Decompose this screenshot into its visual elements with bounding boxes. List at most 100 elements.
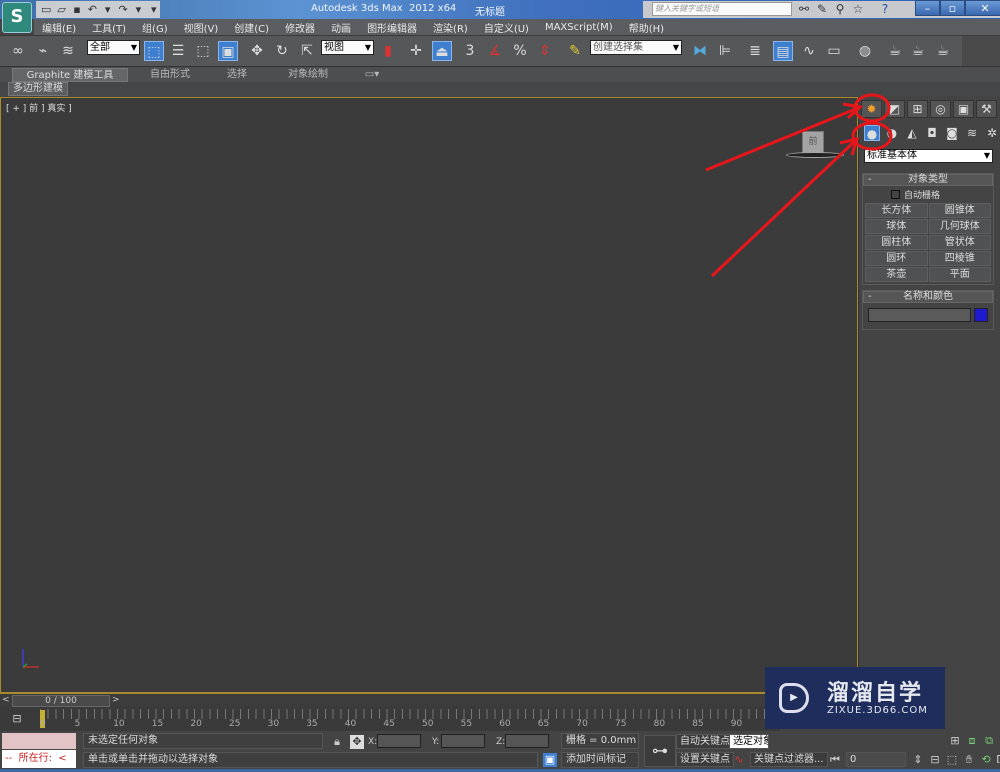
- bind-spacewarp-icon[interactable]: ≋: [58, 41, 78, 61]
- zoom-extents-all-icon[interactable]: ⊞: [948, 734, 962, 748]
- ribbon-panel-polygon-modeling[interactable]: 多边形建模: [8, 82, 68, 96]
- render-setup-icon[interactable]: ☕: [885, 41, 905, 61]
- unlink-icon[interactable]: ⌁: [33, 41, 53, 61]
- key-filters-button[interactable]: 关键点过滤器...: [750, 752, 828, 767]
- geosphere-button[interactable]: 几何球体: [928, 219, 991, 234]
- rectangle-selection-icon[interactable]: ⬚: [193, 41, 213, 61]
- object-type-header[interactable]: - 对象类型: [863, 174, 993, 186]
- menu-graph-editors[interactable]: 图形编辑器: [359, 20, 425, 35]
- customize-qat-icon[interactable]: ▾: [148, 3, 160, 16]
- teapot-button[interactable]: 茶壶: [865, 267, 928, 282]
- x-coord-input[interactable]: [377, 734, 421, 748]
- edit-named-selection-icon[interactable]: ✎: [565, 41, 585, 61]
- shapes-icon[interactable]: ◑: [884, 125, 900, 141]
- geometry-icon[interactable]: ●: [864, 125, 880, 141]
- ribbon-tab-graphite[interactable]: Graphite 建模工具: [12, 68, 128, 82]
- torus-button[interactable]: 圆环: [865, 251, 928, 266]
- maxscript-listener-input[interactable]: [2, 733, 76, 749]
- pyramid-button[interactable]: 四棱锥: [928, 251, 991, 266]
- open-mini-curve-editor-icon[interactable]: ⊟: [10, 712, 24, 726]
- minimize-button[interactable]: –: [915, 0, 940, 16]
- checkbox-icon[interactable]: [891, 190, 900, 199]
- menu-modifiers[interactable]: 修改器: [277, 20, 323, 35]
- set-key-button[interactable]: 设置关键点: [676, 752, 734, 767]
- angle-snap-icon[interactable]: ∡: [485, 41, 505, 61]
- select-by-name-icon[interactable]: ☰: [168, 41, 188, 61]
- hierarchy-tab-icon[interactable]: ⊞: [907, 100, 928, 118]
- ribbon-options-button[interactable]: ▭▾: [360, 68, 384, 82]
- name-color-header[interactable]: - 名称和颜色: [863, 291, 993, 303]
- scale-icon[interactable]: ⇱: [297, 41, 317, 61]
- object-name-input[interactable]: [868, 308, 971, 322]
- select-object-icon[interactable]: ⬚: [144, 41, 164, 61]
- default-in-out-tangent-icon[interactable]: ∿: [732, 753, 746, 767]
- pan-hand-icon[interactable]: ✋︎: [962, 753, 976, 767]
- app-menu-button[interactable]: S: [2, 2, 32, 33]
- selected-objects-dropdown[interactable]: 选定对象: [729, 734, 769, 749]
- absolute-mode-icon[interactable]: ✥: [350, 735, 364, 749]
- menu-tools[interactable]: 工具(T): [84, 20, 134, 35]
- rendered-frame-window-icon[interactable]: ☕: [908, 41, 928, 61]
- schematic-view-icon[interactable]: ▭: [824, 41, 844, 61]
- menu-rendering[interactable]: 渲染(R): [425, 20, 476, 35]
- viewcube[interactable]: 前: [802, 131, 824, 153]
- ribbon-tab-selection[interactable]: 选择: [215, 68, 259, 82]
- pivot-center-icon[interactable]: ▮: [378, 41, 398, 61]
- maxscript-output[interactable]: -- 所在行: <: [2, 750, 76, 768]
- snaps-toggle-icon[interactable]: 3: [460, 41, 480, 61]
- select-manipulate-icon[interactable]: ✛: [406, 41, 426, 61]
- graphite-toggle-icon[interactable]: ▤: [773, 41, 793, 61]
- ribbon-tab-object-paint[interactable]: 对象绘制: [280, 68, 336, 82]
- viewport-front[interactable]: [ + ] 前 ] 真实 ]: [0, 97, 858, 693]
- sphere-button[interactable]: 球体: [865, 219, 928, 234]
- menu-group[interactable]: 组(G): [134, 20, 176, 35]
- satellite-icon[interactable]: ⚲: [832, 2, 848, 16]
- named-selection-dropdown[interactable]: 创建选择集 ▼: [590, 40, 682, 55]
- menu-customize[interactable]: 自定义(U): [476, 20, 537, 35]
- plane-button[interactable]: 平面: [928, 267, 991, 282]
- window-crossing-icon[interactable]: ▣: [218, 41, 238, 61]
- time-tag-icon[interactable]: ▣: [543, 753, 557, 767]
- helpers-icon[interactable]: ◙: [944, 125, 960, 141]
- auto-key-button[interactable]: 自动关键点: [676, 734, 734, 749]
- maximize-button[interactable]: ▫: [940, 0, 965, 16]
- lights-icon[interactable]: ◭: [904, 125, 920, 141]
- link-icon[interactable]: ∞: [8, 41, 28, 61]
- align-icon[interactable]: ⊫: [715, 41, 735, 61]
- menu-help[interactable]: 帮助(H): [621, 20, 672, 35]
- rotate-icon[interactable]: ↻: [272, 41, 292, 61]
- layer-manager-icon[interactable]: ≣: [745, 41, 765, 61]
- menu-create[interactable]: 创建(C): [226, 20, 277, 35]
- orbit-icon[interactable]: ⟲: [979, 753, 993, 767]
- new-file-icon[interactable]: ▭: [40, 3, 52, 16]
- display-tab-icon[interactable]: ▣: [953, 100, 974, 118]
- tube-button[interactable]: 管状体: [928, 235, 991, 250]
- spacewarps-icon[interactable]: ≋: [964, 125, 980, 141]
- zoom-all-icon[interactable]: ⧉: [982, 734, 996, 748]
- primitive-category-dropdown[interactable]: 标准基本体 ▼: [864, 149, 993, 163]
- menu-views[interactable]: 视图(V): [176, 20, 227, 35]
- y-coord-input[interactable]: [441, 734, 485, 748]
- region-zoom-icon[interactable]: ⬚: [945, 753, 959, 767]
- viewport-label[interactable]: [ + ] 前 ] 真实 ]: [6, 101, 72, 114]
- systems-icon[interactable]: ✲: [984, 125, 1000, 141]
- box-button[interactable]: 长方体: [865, 203, 928, 218]
- zoom-extents-selected-icon[interactable]: ⧈: [965, 734, 979, 748]
- field-of-view-icon[interactable]: ⊟: [928, 753, 942, 767]
- time-spinner-icon[interactable]: ⇕: [911, 753, 925, 767]
- cameras-icon[interactable]: ◘: [924, 125, 940, 141]
- render-production-icon[interactable]: ☕: [933, 41, 953, 61]
- z-coord-input[interactable]: [505, 734, 549, 748]
- material-editor-icon[interactable]: ◍: [855, 41, 875, 61]
- menu-edit[interactable]: 编辑(E): [34, 20, 84, 35]
- mirror-icon[interactable]: ⧓: [690, 41, 710, 61]
- search-input[interactable]: 键入关键字或短语: [652, 2, 792, 16]
- undo-icon[interactable]: ↶: [86, 3, 98, 16]
- redo-dropdown-icon[interactable]: ▾: [132, 3, 144, 16]
- open-file-icon[interactable]: ▱: [55, 3, 67, 16]
- star-icon[interactable]: ☆: [850, 2, 866, 16]
- time-prev-button[interactable]: <: [2, 695, 12, 707]
- menu-maxscript[interactable]: MAXScript(M): [537, 22, 621, 33]
- goto-start-icon[interactable]: ⏮: [828, 753, 842, 767]
- binoculars-icon[interactable]: ⚯: [796, 2, 812, 16]
